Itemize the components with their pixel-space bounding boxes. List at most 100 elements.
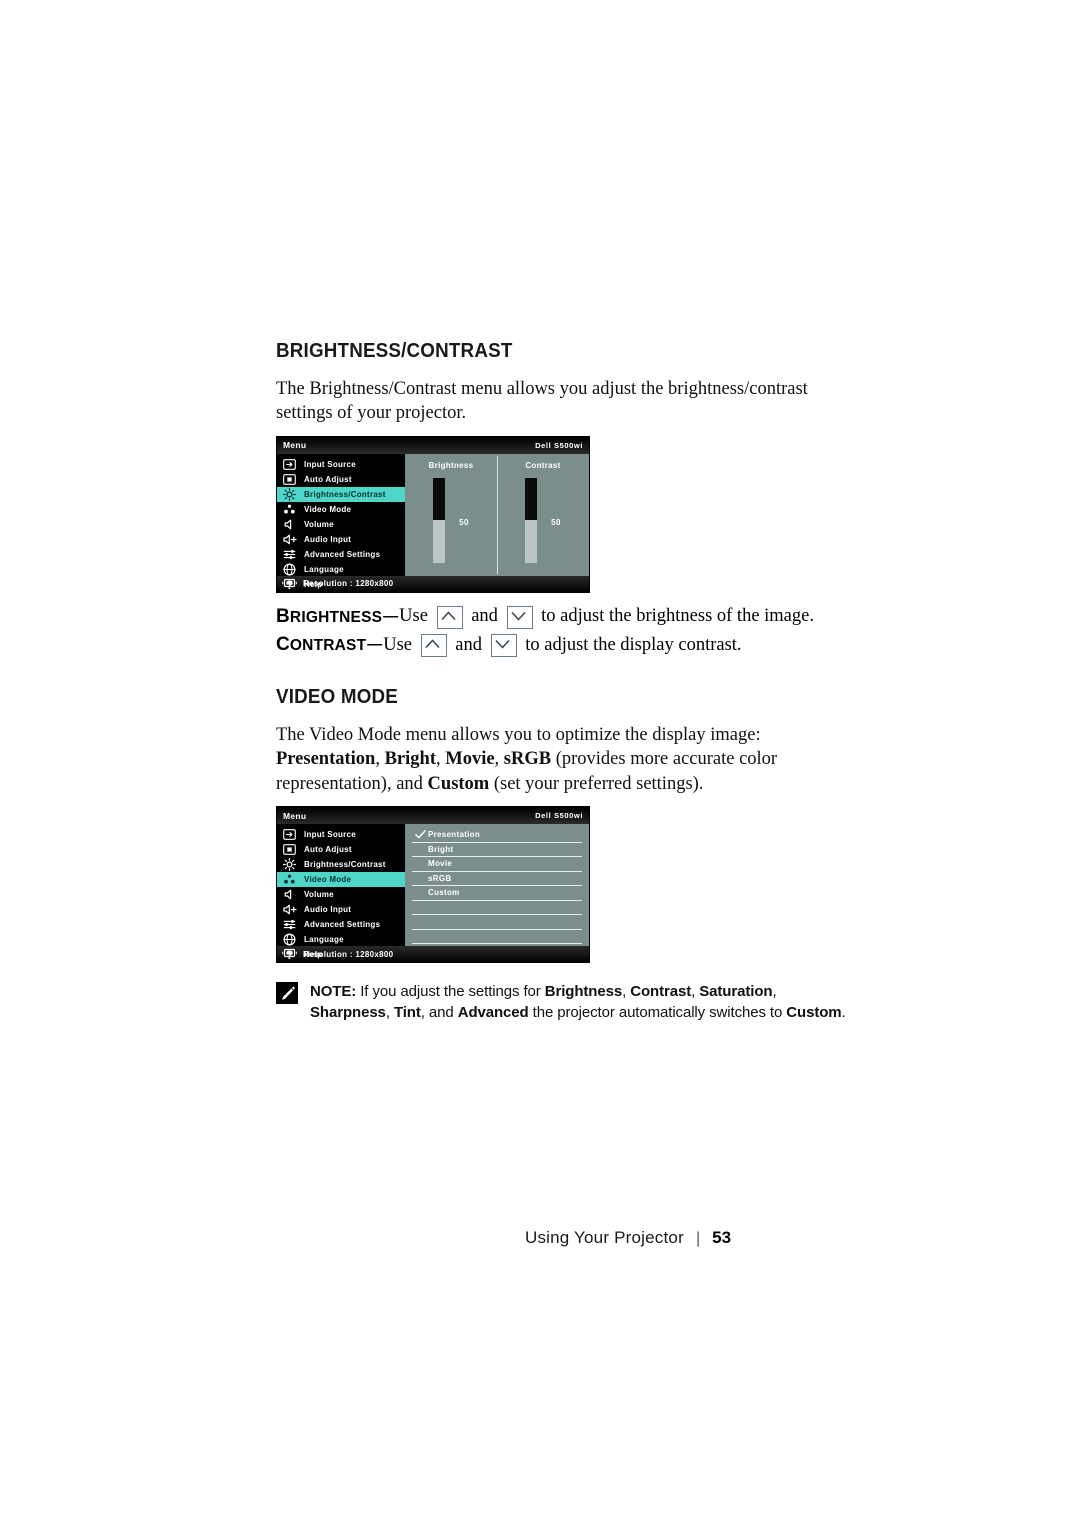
osd-menu-item-auto-adjust[interactable]: Auto Adjust xyxy=(277,472,405,487)
slider-contrast[interactable]: Contrast 50 xyxy=(497,454,589,576)
contrast-term-rest: ONTRAST xyxy=(289,637,367,655)
osd-menu-item-label: Video Mode xyxy=(304,504,352,514)
video-mode-option-srgb[interactable]: sRGB xyxy=(412,872,582,887)
vm-t2: , xyxy=(375,749,385,770)
resolution-icon xyxy=(282,945,297,963)
note-b7: Custom xyxy=(786,1004,842,1022)
vm-t3: , xyxy=(435,749,446,770)
footer-separator: | xyxy=(695,1230,701,1247)
video-mode-icon xyxy=(282,873,297,886)
osd-menu-item-brightness-contrast[interactable]: Brightness/Contrast xyxy=(277,486,405,502)
video-mode-option-label: Presentation xyxy=(428,830,481,840)
osd-model-name: Dell S500wi xyxy=(535,440,583,450)
slider-value: 50 xyxy=(551,517,561,527)
osd-menu-item-volume[interactable]: Volume xyxy=(277,517,405,532)
osd-content-panel: Presentation Bright Movie sRGB Custom xyxy=(405,824,589,947)
osd-content-panel: Brightness 50 Contrast 50 xyxy=(405,453,589,576)
slider-fill xyxy=(525,477,538,521)
osd-menu-item-label: Input Source xyxy=(304,459,356,469)
video-mode-option-presentation[interactable]: Presentation xyxy=(412,828,582,843)
page-number: 53 xyxy=(712,1228,732,1247)
auto-adjust-icon xyxy=(282,473,297,486)
slider-track[interactable] xyxy=(525,477,538,563)
brightness-text-after: to adjust the brightness of the image. xyxy=(536,606,814,627)
osd-menu-item-label: Brightness/Contrast xyxy=(304,489,386,499)
osd-menu-item-label: Volume xyxy=(304,890,334,900)
note-pencil-icon xyxy=(276,982,298,1005)
video-mode-intro: The Video Mode menu allows you to optimi… xyxy=(276,723,856,796)
video-mode-option-bright[interactable]: Bright xyxy=(412,843,582,858)
osd-menu-item-label: Input Source xyxy=(304,830,356,840)
osd-menu-item-audio-input[interactable]: Audio Input xyxy=(277,532,405,547)
advanced-settings-icon xyxy=(282,918,297,931)
note-t5: , xyxy=(385,1004,394,1022)
video-mode-option-label: sRGB xyxy=(428,873,452,883)
slider-panel: Brightness 50 Contrast 50 xyxy=(405,454,589,576)
osd-menu-title: Menu xyxy=(283,440,307,451)
osd-titlebar: Menu Dell S500wi xyxy=(277,436,589,454)
vm-b1: Presentation xyxy=(276,749,376,770)
brightness-text-before: Use xyxy=(399,606,433,627)
osd-menu-item-volume[interactable]: Volume xyxy=(277,887,405,902)
osd-resolution-text: Resolution : 1280x800 xyxy=(303,949,394,959)
video-mode-option-label: Movie xyxy=(428,859,453,869)
down-arrow-key-icon xyxy=(506,605,533,629)
volume-icon xyxy=(282,518,297,531)
contrast-text-after: to adjust the display contrast. xyxy=(520,634,742,655)
contrast-text-middle: and xyxy=(450,634,487,655)
note-t1: If you adjust the settings for xyxy=(356,983,545,1001)
osd-menu-item-label: Advanced Settings xyxy=(304,920,381,930)
auto-adjust-icon xyxy=(282,843,297,856)
note-t7: the projector automatically switches to xyxy=(528,1004,787,1022)
osd-body: Input Source Auto Adjust Brightness/Contra… xyxy=(277,824,589,961)
osd-menu-brightness-contrast: Menu Dell S500wi Input Source Auto Adjust… xyxy=(276,435,590,593)
up-arrow-key-icon xyxy=(436,605,463,629)
osd-menu-item-label: Brightness/Contrast xyxy=(304,860,386,870)
note-b3: Saturation xyxy=(699,983,773,1001)
osd-resolution-text: Resolution : 1280x800 xyxy=(303,579,394,589)
slider-value: 50 xyxy=(459,517,469,527)
vm-t4: , xyxy=(494,749,504,770)
video-mode-option-custom[interactable]: Custom xyxy=(412,886,582,901)
brightness-term: BRIGHTNESS xyxy=(276,603,382,632)
vm-b2: Bright xyxy=(384,749,436,770)
note-b2: Contrast xyxy=(630,983,692,1001)
brightness-term-rest: RIGHTNESS xyxy=(289,608,383,626)
check-icon xyxy=(412,830,428,839)
osd-menu-item-video-mode[interactable]: Video Mode xyxy=(277,872,405,888)
osd-menu-item-label: Advanced Settings xyxy=(304,549,381,559)
video-mode-option-empty xyxy=(412,930,582,945)
brightness-key-definition: BRIGHTNESS — Use and to adjust the brigh… xyxy=(276,603,856,632)
note-callout: NOTE: If you adjust the settings for Bri… xyxy=(276,981,856,1024)
osd-menu-item-label: Auto Adjust xyxy=(304,474,352,484)
video-mode-option-movie[interactable]: Movie xyxy=(412,857,582,872)
video-mode-option-empty xyxy=(412,915,582,930)
osd-menu-item-audio-input[interactable]: Audio Input xyxy=(277,902,405,917)
osd-menu-item-label: Language xyxy=(304,935,344,945)
slider-wrap: 50 xyxy=(525,477,561,563)
osd-sidebar: Input Source Auto Adjust Brightness/Contra… xyxy=(277,453,405,591)
osd-menu-item-label: Audio Input xyxy=(304,534,352,544)
osd-menu-item-brightness-contrast[interactable]: Brightness/Contrast xyxy=(277,857,405,872)
video-mode-option-label: Bright xyxy=(428,844,454,854)
osd-menu-item-advanced-settings[interactable]: Advanced Settings xyxy=(277,917,405,932)
up-arrow-key-icon xyxy=(420,634,447,658)
contrast-key-definition: CONTRAST — Use and to adjust the display… xyxy=(276,631,856,660)
advanced-settings-icon xyxy=(282,548,297,561)
slider-caption: Contrast xyxy=(525,460,561,470)
contrast-term-initial: C xyxy=(276,634,290,656)
brightness-dash: — xyxy=(383,607,399,625)
osd-menu-item-advanced-settings[interactable]: Advanced Settings xyxy=(277,547,405,562)
osd-menu-item-input-source[interactable]: Input Source xyxy=(277,457,405,472)
note-t6: , and xyxy=(420,1004,458,1022)
input-source-icon xyxy=(282,458,297,471)
slider-track[interactable] xyxy=(433,477,446,563)
slider-brightness[interactable]: Brightness 50 xyxy=(405,454,497,576)
audio-input-icon xyxy=(282,533,297,546)
osd-menu-item-label: Auto Adjust xyxy=(304,845,352,855)
osd-menu-item-video-mode[interactable]: Video Mode xyxy=(277,502,405,517)
osd-menu-item-auto-adjust[interactable]: Auto Adjust xyxy=(277,842,405,857)
vm-b5: Custom xyxy=(427,773,490,794)
osd-menu-item-input-source[interactable]: Input Source xyxy=(277,827,405,842)
slider-caption: Brightness xyxy=(428,460,474,470)
